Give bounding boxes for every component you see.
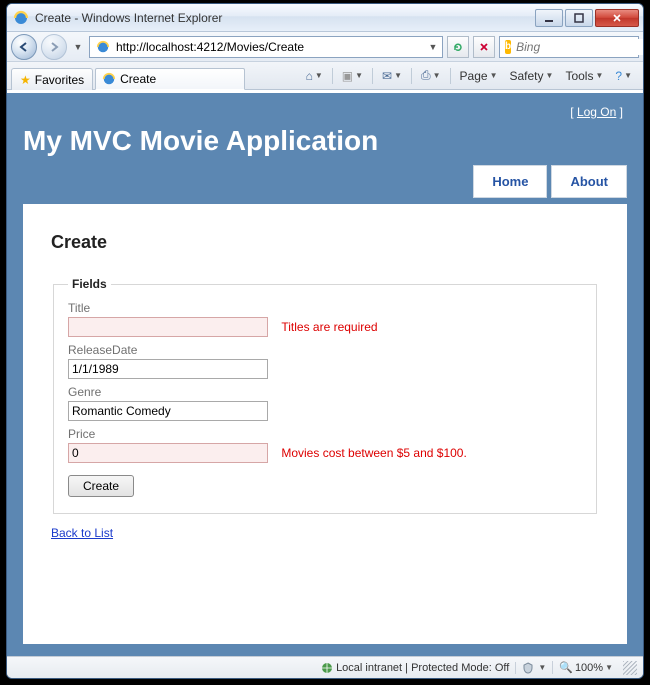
create-button[interactable]: Create (68, 475, 134, 497)
genre-input[interactable] (68, 401, 268, 421)
help-icon: ? (615, 69, 622, 83)
favorites-button[interactable]: ★ Favorites (11, 68, 93, 90)
shield-icon (522, 662, 534, 674)
minimize-button[interactable] (535, 9, 563, 27)
tab-favicon-icon (102, 72, 116, 86)
close-button[interactable] (595, 9, 639, 27)
releasedate-input[interactable] (68, 359, 268, 379)
nav-history-dropdown[interactable]: ▼ (71, 42, 85, 52)
maximize-button[interactable] (565, 9, 593, 27)
resize-grip[interactable] (623, 661, 637, 675)
genre-label: Genre (68, 385, 582, 399)
feeds-button[interactable]: ▣▼ (337, 66, 368, 86)
star-icon: ★ (20, 73, 31, 87)
title-error: Titles are required (281, 320, 377, 334)
security-button[interactable]: ▼ (515, 662, 546, 674)
safety-menu[interactable]: Safety▼ (505, 66, 559, 86)
title-input[interactable] (68, 317, 268, 337)
page-body: Create Fields Title Titles are required … (23, 204, 627, 644)
globe-icon (321, 662, 333, 674)
home-icon: ⌂ (306, 69, 313, 83)
page-viewport[interactable]: [ Log On ] My MVC Movie Application Home… (7, 93, 643, 656)
price-label: Price (68, 427, 582, 441)
mail-button[interactable]: ✉▼ (377, 66, 407, 86)
nav-about[interactable]: About (551, 165, 627, 198)
address-bar[interactable]: ▼ (89, 36, 443, 58)
titlebar: Create - Windows Internet Explorer (7, 4, 643, 32)
zoom-control[interactable]: 🔍 100% ▼ (552, 661, 613, 674)
arrow-left-icon (18, 41, 30, 53)
rss-icon: ▣ (342, 69, 353, 83)
logon-link[interactable]: Log On (577, 105, 616, 119)
refresh-icon (452, 41, 464, 53)
zoom-icon: 🔍 (559, 661, 573, 674)
favorites-label: Favorites (35, 73, 84, 87)
arrow-right-icon (48, 41, 60, 53)
tab-title: Create (120, 72, 156, 86)
tools-menu[interactable]: Tools▼ (560, 66, 608, 86)
help-button[interactable]: ?▼ (610, 66, 637, 86)
back-to-list-link[interactable]: Back to List (51, 526, 113, 540)
tabbar: ★ Favorites Create ⌂▼ ▣▼ ✉▼ ⎙▼ Page▼ Saf… (7, 62, 643, 90)
app-nav: Home About (23, 165, 627, 198)
fieldset-legend: Fields (68, 277, 111, 291)
search-input[interactable] (514, 39, 644, 55)
ie-logo-icon (13, 10, 29, 26)
browser-window: Create - Windows Internet Explorer ▼ ▼ b (6, 3, 644, 679)
stop-icon (479, 42, 489, 52)
app-title: My MVC Movie Application (23, 125, 627, 157)
home-button[interactable]: ⌂▼ (301, 66, 328, 86)
bing-icon: b (505, 40, 511, 54)
page-heading: Create (51, 232, 599, 253)
security-zone[interactable]: Local intranet | Protected Mode: Off (321, 662, 509, 674)
navbar: ▼ ▼ b 🔍 ▼ (7, 32, 643, 62)
print-button[interactable]: ⎙▼ (416, 66, 446, 86)
window-title: Create - Windows Internet Explorer (35, 11, 535, 25)
back-button[interactable] (11, 34, 37, 60)
statusbar: Local intranet | Protected Mode: Off ▼ 🔍… (7, 656, 643, 678)
page-menu[interactable]: Page▼ (455, 66, 503, 86)
forward-button[interactable] (41, 34, 67, 60)
page-icon (96, 40, 110, 54)
fields-fieldset: Fields Title Titles are required Release… (53, 277, 597, 514)
url-input[interactable] (114, 39, 426, 55)
price-error: Movies cost between $5 and $100. (281, 446, 466, 460)
zone-text: Local intranet | Protected Mode: Off (336, 662, 509, 674)
zoom-value: 100% (575, 662, 603, 674)
refresh-button[interactable] (447, 36, 469, 58)
price-input[interactable] (68, 443, 268, 463)
url-dropdown[interactable]: ▼ (426, 42, 440, 52)
nav-home[interactable]: Home (473, 165, 547, 198)
title-label: Title (68, 301, 582, 315)
account-bar: [ Log On ] (23, 99, 627, 123)
mail-icon: ✉ (382, 69, 392, 83)
stop-button[interactable] (473, 36, 495, 58)
releasedate-label: ReleaseDate (68, 343, 582, 357)
browser-tab[interactable]: Create (95, 68, 245, 90)
search-bar[interactable]: b 🔍 ▼ (499, 36, 639, 58)
print-icon: ⎙ (421, 68, 431, 83)
